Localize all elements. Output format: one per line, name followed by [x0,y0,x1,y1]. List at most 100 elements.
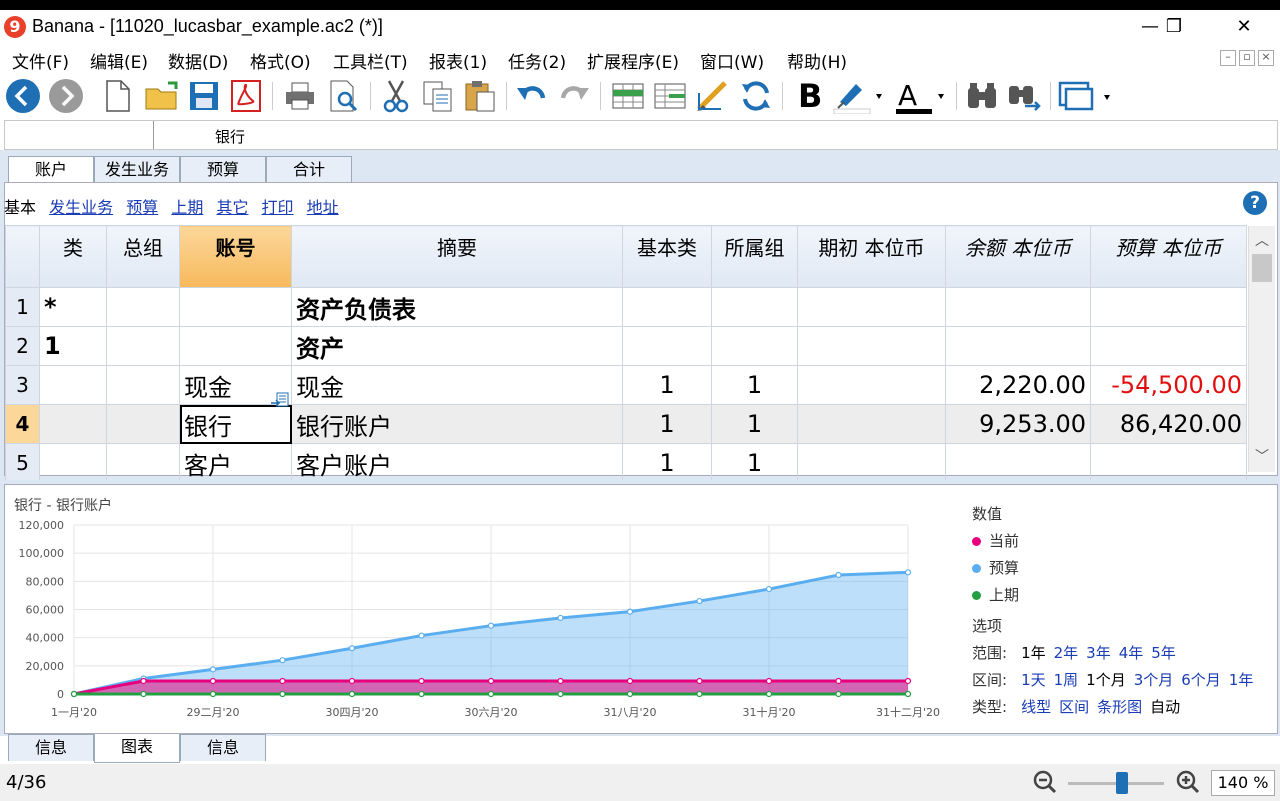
view-current[interactable]: 基本 [4,198,36,217]
cell-section[interactable] [39,443,107,483]
row-number[interactable]: 5 [5,443,40,483]
cell-bclass[interactable]: 1 [622,443,712,483]
range-1y[interactable]: 1年 [1021,644,1046,662]
mdi-close-button[interactable]: × [1258,50,1274,66]
cell-link-icon[interactable] [271,392,289,410]
mdi-restore-button[interactable]: ▫ [1239,50,1255,66]
zoom-in-icon[interactable] [1176,770,1200,794]
header-bclass[interactable]: 基本类 [622,225,712,288]
cell-description[interactable]: 客户账户 [291,443,623,483]
new-file-icon[interactable] [100,78,136,114]
header-opening[interactable]: 期初 本位币 [797,225,946,288]
cell-opening[interactable] [797,326,946,366]
cell-budget[interactable]: 86,420.00 [1090,404,1247,444]
table-row[interactable]: 1 * 资产负债表 [5,287,1247,327]
cell-bclass[interactable] [622,326,712,366]
highlight-color-icon[interactable] [832,78,888,114]
scrollbar-thumb[interactable] [1252,254,1272,282]
row-number[interactable]: 4 [5,404,40,444]
redo-icon[interactable] [556,78,592,114]
range-4y[interactable]: 4年 [1119,644,1144,662]
cell-description[interactable]: 银行账户 [291,404,623,444]
save-icon[interactable] [186,78,222,114]
menu-edit[interactable]: 编辑(E) [90,48,148,73]
find-replace-icon[interactable] [1006,78,1042,114]
cell-balance[interactable]: 9,253.00 [945,404,1091,444]
cell-group[interactable] [106,326,180,366]
cell-reference-field[interactable] [5,121,154,149]
menu-toolbar[interactable]: 工具栏(T) [333,48,408,73]
window-layout-icon[interactable] [1058,78,1118,114]
cell-description[interactable]: 资产 [291,326,623,366]
mdi-minimize-button[interactable]: – [1220,50,1236,66]
table-row-selected[interactable]: 4 银行 银行账户 1 1 9,253.00 86,420.00 [5,404,1247,444]
menu-window[interactable]: 窗口(W) [700,48,764,73]
cell-gr[interactable] [711,287,798,327]
delete-rows-icon[interactable] [652,78,688,114]
menu-file[interactable]: 文件(F) [12,48,69,73]
type-line[interactable]: 线型 [1021,698,1051,716]
menu-help[interactable]: 帮助(H) [787,48,847,73]
cell-section[interactable]: * [39,287,107,327]
zoom-out-icon[interactable] [1033,770,1057,794]
print-preview-icon[interactable] [326,78,362,114]
cell-content-field[interactable]: 银行 [215,126,245,147]
header-section[interactable]: 类 [39,225,107,288]
help-icon[interactable]: ? [1243,191,1267,215]
tab-chart[interactable]: 图表 [94,734,180,763]
menu-format[interactable]: 格式(O) [250,48,311,73]
cell-opening[interactable] [797,365,946,405]
cell-group[interactable] [106,443,180,483]
cell-section[interactable] [39,404,107,444]
cut-icon[interactable] [378,78,414,114]
cell-group[interactable] [106,287,180,327]
cell-opening[interactable] [797,404,946,444]
cell-budget[interactable]: -54,500.00 [1090,365,1247,405]
header-balance[interactable]: 余额 本位币 [945,225,1091,288]
row-number[interactable]: 2 [5,326,40,366]
view-previous-link[interactable]: 上期 [171,198,203,217]
view-transactions-link[interactable]: 发生业务 [49,198,113,217]
tab-budget[interactable]: 预算 [180,156,266,183]
view-print-link[interactable]: 打印 [262,198,294,217]
header-group[interactable]: 总组 [106,225,180,288]
cell-gr[interactable]: 1 [711,365,798,405]
scroll-up-icon[interactable]: ︿ [1249,230,1275,252]
table-scrollbar[interactable]: ︿ ﹀ [1248,226,1275,472]
cell-description[interactable]: 资产负债表 [291,287,623,327]
interval-1d[interactable]: 1天 [1021,671,1046,689]
cell-budget[interactable] [1090,326,1247,366]
type-bar[interactable]: 条形图 [1097,698,1142,716]
header-gr[interactable]: 所属组 [711,225,798,288]
row-number[interactable]: 3 [5,365,40,405]
cell-bclass[interactable] [622,287,712,327]
cell-bclass[interactable]: 1 [622,404,712,444]
row-number[interactable]: 1 [5,287,40,327]
cell-opening[interactable] [797,287,946,327]
open-folder-icon[interactable] [144,78,180,114]
cell-group[interactable] [106,404,180,444]
tab-info-2[interactable]: 信息 [180,734,266,761]
find-icon[interactable] [964,78,1000,114]
scroll-down-icon[interactable]: ﹀ [1249,446,1275,468]
zoom-slider-thumb[interactable] [1116,772,1128,794]
header-description[interactable]: 摘要 [291,225,623,288]
cell-opening[interactable] [797,443,946,483]
insert-rows-icon[interactable] [610,78,646,114]
header-budget[interactable]: 预算 本位币 [1090,225,1247,288]
cell-gr[interactable]: 1 [711,443,798,483]
cell-account[interactable] [179,287,292,327]
cell-balance[interactable] [945,287,1091,327]
menu-extensions[interactable]: 扩展程序(E) [587,48,679,73]
cell-balance[interactable] [945,443,1091,483]
range-5y[interactable]: 5年 [1151,644,1176,662]
table-row[interactable]: 3 现金 现金 1 1 2,220.00 -54,500.00 [5,365,1247,405]
cell-account-active[interactable]: 银行 [179,404,292,444]
range-3y[interactable]: 3年 [1086,644,1111,662]
cell-gr[interactable]: 1 [711,404,798,444]
menu-reports[interactable]: 报表(1) [429,48,487,73]
close-button[interactable]: ✕ [1224,12,1264,42]
paste-icon[interactable] [462,78,498,114]
view-other-link[interactable]: 其它 [216,198,248,217]
legend-item-previous[interactable]: 上期 [972,584,1019,605]
